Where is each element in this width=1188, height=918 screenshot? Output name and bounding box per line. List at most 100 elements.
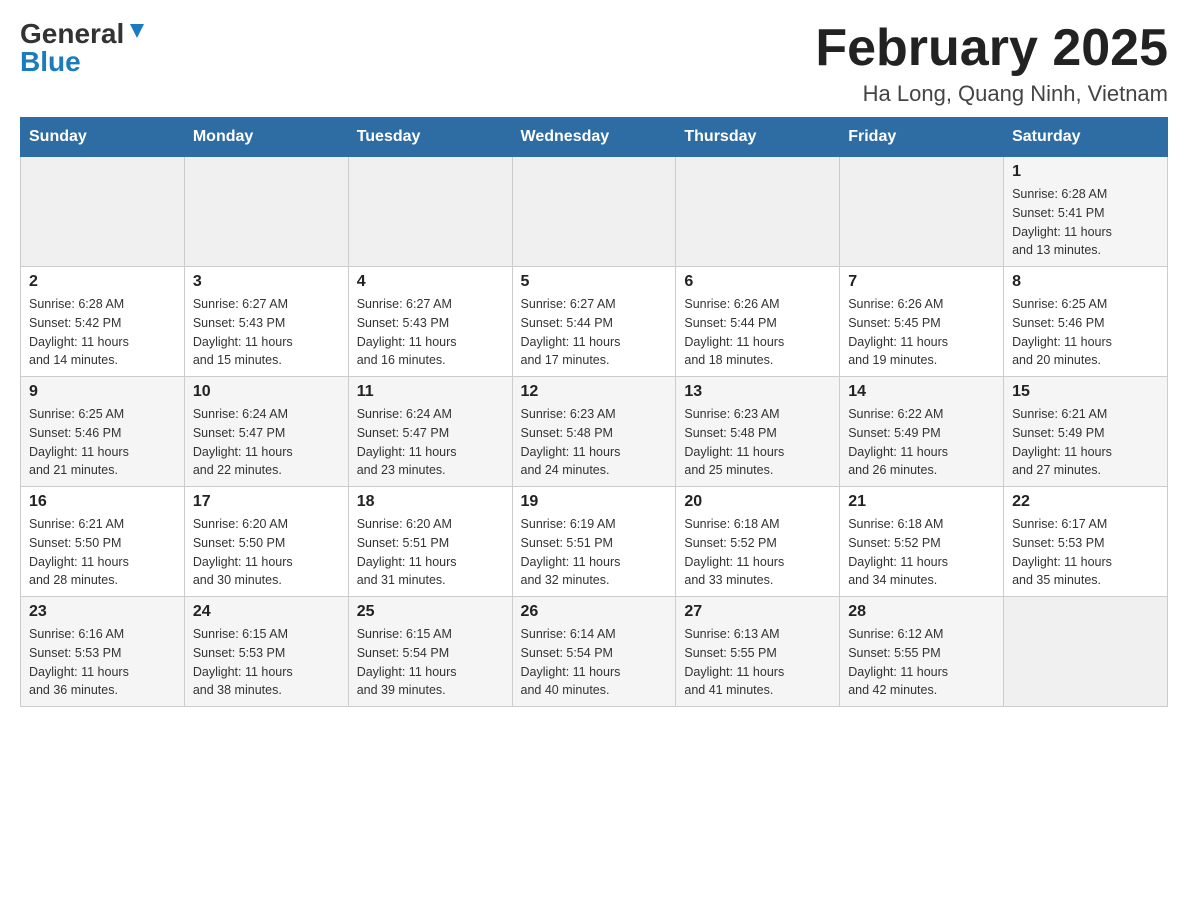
calendar-week-row: 23 Sunrise: 6:16 AM Sunset: 5:53 PM Dayli… [21,597,1168,707]
calendar-day-cell: 15 Sunrise: 6:21 AM Sunset: 5:49 PM Dayli… [1004,377,1168,487]
day-info: Sunrise: 6:23 AM Sunset: 5:48 PM Dayligh… [521,405,668,480]
calendar-day-cell: 1 Sunrise: 6:28 AM Sunset: 5:41 PM Daylig… [1004,157,1168,267]
calendar-day-cell: 19Sunrise: 6:19 AM Sunset: 5:51 PM Dayli… [512,487,676,597]
calendar-day-cell: 23 Sunrise: 6:16 AM Sunset: 5:53 PM Dayli… [21,597,185,707]
calendar-week-row: 16Sunrise: 6:21 AM Sunset: 5:50 PM Dayli… [21,487,1168,597]
day-info: Sunrise: 6:15 AM Sunset: 5:53 PM Dayligh… [193,625,340,700]
day-number: 10 [193,383,340,401]
calendar-day-cell [676,157,840,267]
calendar-week-row: 2 Sunrise: 6:28 AM Sunset: 5:42 PM Daylig… [21,267,1168,377]
logo-arrow-icon [126,20,148,42]
weekday-header-thursday: Thursday [676,118,840,157]
weekday-header-tuesday: Tuesday [348,118,512,157]
day-number: 1 [1012,163,1159,181]
calendar-day-cell: 25 Sunrise: 6:15 AM Sunset: 5:54 PM Dayli… [348,597,512,707]
day-info: Sunrise: 6:24 AM Sunset: 5:47 PM Dayligh… [357,405,504,480]
day-number: 19 [521,493,668,511]
calendar-day-cell: 10 Sunrise: 6:24 AM Sunset: 5:47 PM Dayli… [184,377,348,487]
day-number: 23 [29,603,176,621]
day-info: Sunrise: 6:28 AM Sunset: 5:42 PM Dayligh… [29,295,176,370]
calendar-day-cell: 27Sunrise: 6:13 AM Sunset: 5:55 PM Dayli… [676,597,840,707]
calendar-day-cell: 18 Sunrise: 6:20 AM Sunset: 5:51 PM Dayli… [348,487,512,597]
calendar-day-cell: 13 Sunrise: 6:23 AM Sunset: 5:48 PM Dayli… [676,377,840,487]
calendar-day-cell: 20 Sunrise: 6:18 AM Sunset: 5:52 PM Dayli… [676,487,840,597]
calendar-day-cell: 14Sunrise: 6:22 AM Sunset: 5:49 PM Dayli… [840,377,1004,487]
calendar-day-cell [348,157,512,267]
day-info: Sunrise: 6:17 AM Sunset: 5:53 PM Dayligh… [1012,515,1159,590]
title-block: February 2025 Ha Long, Quang Ninh, Vietn… [815,20,1168,107]
day-info: Sunrise: 6:27 AM Sunset: 5:43 PM Dayligh… [193,295,340,370]
day-number: 3 [193,273,340,291]
day-info: Sunrise: 6:20 AM Sunset: 5:50 PM Dayligh… [193,515,340,590]
day-info: Sunrise: 6:12 AM Sunset: 5:55 PM Dayligh… [848,625,995,700]
calendar-day-cell: 17 Sunrise: 6:20 AM Sunset: 5:50 PM Dayli… [184,487,348,597]
calendar-day-cell: 16Sunrise: 6:21 AM Sunset: 5:50 PM Dayli… [21,487,185,597]
weekday-header-sunday: Sunday [21,118,185,157]
calendar-day-cell: 11 Sunrise: 6:24 AM Sunset: 5:47 PM Dayli… [348,377,512,487]
calendar-day-cell [184,157,348,267]
day-number: 18 [357,493,504,511]
day-info: Sunrise: 6:14 AM Sunset: 5:54 PM Dayligh… [521,625,668,700]
day-number: 12 [521,383,668,401]
day-number: 27 [684,603,831,621]
calendar-day-cell: 21 Sunrise: 6:18 AM Sunset: 5:52 PM Dayli… [840,487,1004,597]
day-number: 15 [1012,383,1159,401]
calendar-day-cell: 28 Sunrise: 6:12 AM Sunset: 5:55 PM Dayli… [840,597,1004,707]
day-number: 13 [684,383,831,401]
location-text: Ha Long, Quang Ninh, Vietnam [815,81,1168,107]
day-number: 21 [848,493,995,511]
calendar-day-cell: 2 Sunrise: 6:28 AM Sunset: 5:42 PM Daylig… [21,267,185,377]
day-info: Sunrise: 6:27 AM Sunset: 5:43 PM Dayligh… [357,295,504,370]
day-info: Sunrise: 6:16 AM Sunset: 5:53 PM Dayligh… [29,625,176,700]
calendar-week-row: 9Sunrise: 6:25 AM Sunset: 5:46 PM Daylig… [21,377,1168,487]
weekday-header-monday: Monday [184,118,348,157]
day-info: Sunrise: 6:18 AM Sunset: 5:52 PM Dayligh… [684,515,831,590]
day-number: 26 [521,603,668,621]
day-info: Sunrise: 6:27 AM Sunset: 5:44 PM Dayligh… [521,295,668,370]
day-info: Sunrise: 6:20 AM Sunset: 5:51 PM Dayligh… [357,515,504,590]
day-number: 7 [848,273,995,291]
day-number: 17 [193,493,340,511]
calendar-day-cell: 7 Sunrise: 6:26 AM Sunset: 5:45 PM Daylig… [840,267,1004,377]
day-number: 28 [848,603,995,621]
logo-blue-text: Blue [20,48,81,76]
calendar-day-cell [21,157,185,267]
day-number: 5 [521,273,668,291]
day-info: Sunrise: 6:25 AM Sunset: 5:46 PM Dayligh… [29,405,176,480]
day-number: 25 [357,603,504,621]
day-info: Sunrise: 6:21 AM Sunset: 5:49 PM Dayligh… [1012,405,1159,480]
calendar-day-cell: 3 Sunrise: 6:27 AM Sunset: 5:43 PM Daylig… [184,267,348,377]
day-info: Sunrise: 6:26 AM Sunset: 5:45 PM Dayligh… [848,295,995,370]
day-info: Sunrise: 6:28 AM Sunset: 5:41 PM Dayligh… [1012,185,1159,260]
calendar-day-cell [512,157,676,267]
month-title: February 2025 [815,20,1168,77]
day-number: 22 [1012,493,1159,511]
page-header: General Blue February 2025 Ha Long, Quan… [20,20,1168,107]
day-info: Sunrise: 6:23 AM Sunset: 5:48 PM Dayligh… [684,405,831,480]
day-info: Sunrise: 6:18 AM Sunset: 5:52 PM Dayligh… [848,515,995,590]
weekday-header-saturday: Saturday [1004,118,1168,157]
calendar-day-cell: 22 Sunrise: 6:17 AM Sunset: 5:53 PM Dayli… [1004,487,1168,597]
day-number: 8 [1012,273,1159,291]
calendar-day-cell [840,157,1004,267]
logo: General Blue [20,20,148,76]
calendar-day-cell: 4Sunrise: 6:27 AM Sunset: 5:43 PM Daylig… [348,267,512,377]
day-number: 24 [193,603,340,621]
weekday-header-wednesday: Wednesday [512,118,676,157]
day-number: 2 [29,273,176,291]
day-info: Sunrise: 6:15 AM Sunset: 5:54 PM Dayligh… [357,625,504,700]
day-number: 16 [29,493,176,511]
day-number: 11 [357,383,504,401]
calendar-day-cell: 12 Sunrise: 6:23 AM Sunset: 5:48 PM Dayli… [512,377,676,487]
calendar-day-cell: 9Sunrise: 6:25 AM Sunset: 5:46 PM Daylig… [21,377,185,487]
logo-general-text: General [20,20,124,48]
weekday-header-friday: Friday [840,118,1004,157]
calendar-day-cell: 26 Sunrise: 6:14 AM Sunset: 5:54 PM Dayli… [512,597,676,707]
calendar-day-cell [1004,597,1168,707]
weekday-header-row: SundayMondayTuesdayWednesdayThursdayFrid… [21,118,1168,157]
day-info: Sunrise: 6:22 AM Sunset: 5:49 PM Dayligh… [848,405,995,480]
day-info: Sunrise: 6:24 AM Sunset: 5:47 PM Dayligh… [193,405,340,480]
day-number: 6 [684,273,831,291]
day-number: 20 [684,493,831,511]
calendar-day-cell: 6Sunrise: 6:26 AM Sunset: 5:44 PM Daylig… [676,267,840,377]
